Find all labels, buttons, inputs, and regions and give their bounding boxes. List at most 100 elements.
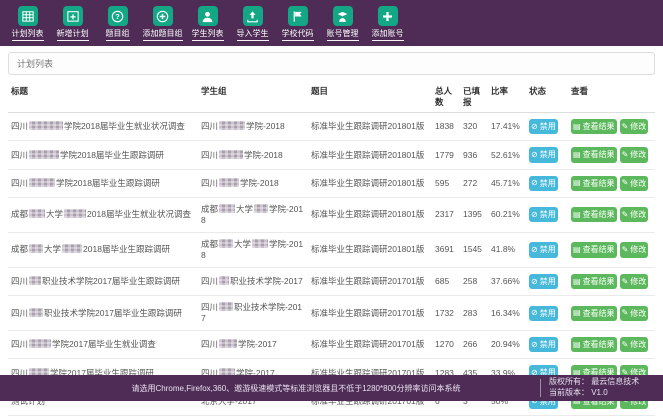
footer-version: 当前版本： V1.0 (549, 388, 657, 399)
plan-table-body: 四川学院2018届毕业生就业状况调查 四川学院-2018 标准毕业生跟踪调研20… (8, 113, 655, 416)
redacted-text (219, 178, 239, 187)
view-results-label: 查看结果 (583, 277, 615, 286)
table-row: 四川职业技术学院2017届毕业生跟踪调研 四川职业技术学院-2017 标准毕业生… (8, 296, 655, 331)
toolbar-item-import-students[interactable]: 导入学生 (230, 6, 275, 41)
cell-total: 2317 (432, 197, 460, 232)
cell-filled: 1545 (460, 232, 488, 267)
redacted-text (219, 121, 245, 130)
cell-actions: ▤查看结果 ✎修改 (568, 232, 655, 267)
disable-button[interactable]: ⊘禁用 (529, 242, 558, 257)
view-results-icon: ▤ (573, 211, 581, 219)
cell-group: 成都大学学院-2018 (198, 232, 308, 267)
cell-total: 685 (432, 268, 460, 296)
cell-text: 四川 (201, 178, 218, 188)
toolbar-item-label: 学生列表 (192, 30, 224, 41)
cell-topic: 标准毕业生跟踪调研201701版 (308, 268, 432, 296)
cell-actions: ▤查看结果 ✎修改 (568, 113, 655, 141)
toolbar-item-account-management[interactable]: 账号管理 (320, 6, 365, 41)
edit-button[interactable]: ✎修改 (620, 147, 649, 162)
cell-topic: 标准毕业生跟踪调研201801版 (308, 232, 432, 267)
cell-text: 学院2018届毕业生就业状况调查 (64, 121, 185, 131)
view-results-icon: ▤ (573, 341, 581, 349)
edit-icon: ✎ (622, 278, 629, 286)
disable-button-label: 禁用 (540, 277, 556, 286)
edit-button[interactable]: ✎修改 (620, 207, 649, 222)
disable-button[interactable]: ⊘禁用 (529, 119, 558, 134)
edit-label: 修改 (630, 340, 646, 349)
disable-button-label: 禁用 (540, 309, 556, 318)
view-results-button[interactable]: ▤查看结果 (571, 207, 617, 222)
toolbar-item-question-group[interactable]: ? 题目组 (95, 6, 140, 41)
cell-actions: ▤查看结果 ✎修改 (568, 268, 655, 296)
cell-text: 四川 (11, 178, 28, 188)
edit-button[interactable]: ✎修改 (620, 242, 649, 257)
edit-button[interactable]: ✎修改 (620, 337, 649, 352)
view-results-button[interactable]: ▤查看结果 (571, 119, 617, 134)
cell-filled: 320 (460, 113, 488, 141)
disable-button[interactable]: ⊘禁用 (529, 306, 558, 321)
toolbar-item-add-plan[interactable]: 新增计划 (50, 6, 95, 41)
cell-filled: 283 (460, 296, 488, 331)
view-results-button[interactable]: ▤查看结果 (571, 306, 617, 321)
cell-actions: ▤查看结果 ✎修改 (568, 169, 655, 197)
view-results-button[interactable]: ▤查看结果 (571, 176, 617, 191)
cell-text: 2018届毕业生跟踪调研 (83, 244, 170, 254)
disable-button[interactable]: ⊘禁用 (529, 147, 558, 162)
view-results-icon: ▤ (573, 309, 581, 317)
table-row: 成都大学2018届毕业生跟踪调研 成都大学学院-2018 标准毕业生跟踪调研20… (8, 232, 655, 267)
view-results-button[interactable]: ▤查看结果 (571, 147, 617, 162)
edit-icon: ✎ (622, 246, 629, 254)
cell-text: 职业技术学院2017届毕业生跟踪调研 (44, 308, 182, 318)
col-header-status: 状态 (526, 81, 568, 113)
cell-title: 四川职业技术学院2017届毕业生跟踪调研 (8, 296, 198, 331)
view-results-button[interactable]: ▤查看结果 (571, 242, 617, 257)
redacted-text (29, 339, 51, 348)
view-results-button[interactable]: ▤查看结果 (571, 337, 617, 352)
cell-status: ⊘禁用 (526, 232, 568, 267)
table-row: 四川职业技术学院2017届毕业生跟踪调研 四川职业技术学院-2017 标准毕业生… (8, 268, 655, 296)
edit-button[interactable]: ✎修改 (620, 306, 649, 321)
cell-text: 2018届毕业生就业状况调查 (87, 209, 191, 219)
redacted-text (29, 150, 59, 159)
cell-status: ⊘禁用 (526, 331, 568, 359)
toolbar-item-label: 账号管理 (327, 30, 359, 41)
toolbar-item-label: 学校代码 (282, 30, 314, 41)
cell-text: 大学 (46, 209, 63, 219)
toolbar-item-add-question-group[interactable]: 添加题目组 (140, 6, 185, 41)
redacted-text (62, 244, 82, 253)
disable-icon: ⊘ (531, 309, 538, 317)
col-header-topic: 题目 (308, 81, 432, 113)
redacted-text (219, 276, 229, 285)
cell-text: 学院2018届毕业生跟踪调研 (60, 150, 164, 160)
edit-button[interactable]: ✎修改 (620, 176, 649, 191)
import-students-icon (243, 6, 263, 26)
cell-text: 成都 (201, 239, 218, 249)
view-results-label: 查看结果 (583, 179, 615, 188)
footer-copyright: 版权所有： 最云信息技术 (549, 377, 657, 388)
edit-icon: ✎ (622, 211, 629, 219)
cell-ratio: 60.21% (488, 197, 526, 232)
disable-button[interactable]: ⊘禁用 (529, 207, 558, 222)
toolbar-item-label: 导入学生 (237, 30, 269, 41)
edit-button[interactable]: ✎修改 (620, 119, 649, 134)
cell-text: 学院2017届毕业生就业调查 (52, 339, 156, 349)
edit-icon: ✎ (622, 341, 629, 349)
plan-table: 标题 学生组 题目 总人数 已填报 比率 状态 查看 四川学院2018届毕业生就… (8, 81, 655, 416)
edit-button[interactable]: ✎修改 (620, 274, 649, 289)
cell-text: 职业技术学院2017届毕业生跟踪调研 (42, 276, 180, 286)
disable-button[interactable]: ⊘禁用 (529, 337, 558, 352)
view-results-icon: ▤ (573, 123, 581, 131)
view-results-button[interactable]: ▤查看结果 (571, 274, 617, 289)
disable-button[interactable]: ⊘禁用 (529, 176, 558, 191)
disable-button-label: 禁用 (540, 122, 556, 131)
toolbar-item-plan-list[interactable]: 计划列表 (5, 6, 50, 41)
cell-status: ⊘禁用 (526, 197, 568, 232)
toolbar-item-add-account[interactable]: 添加账号 (365, 6, 410, 41)
cell-ratio: 52.61% (488, 141, 526, 169)
redacted-text (29, 308, 43, 317)
disable-button[interactable]: ⊘禁用 (529, 274, 558, 289)
cell-topic: 标准毕业生跟踪调研201801版 (308, 113, 432, 141)
toolbar-item-student-list[interactable]: 学生列表 (185, 6, 230, 41)
view-results-label: 查看结果 (583, 150, 615, 159)
toolbar-item-school-code[interactable]: 学校代码 (275, 6, 320, 41)
